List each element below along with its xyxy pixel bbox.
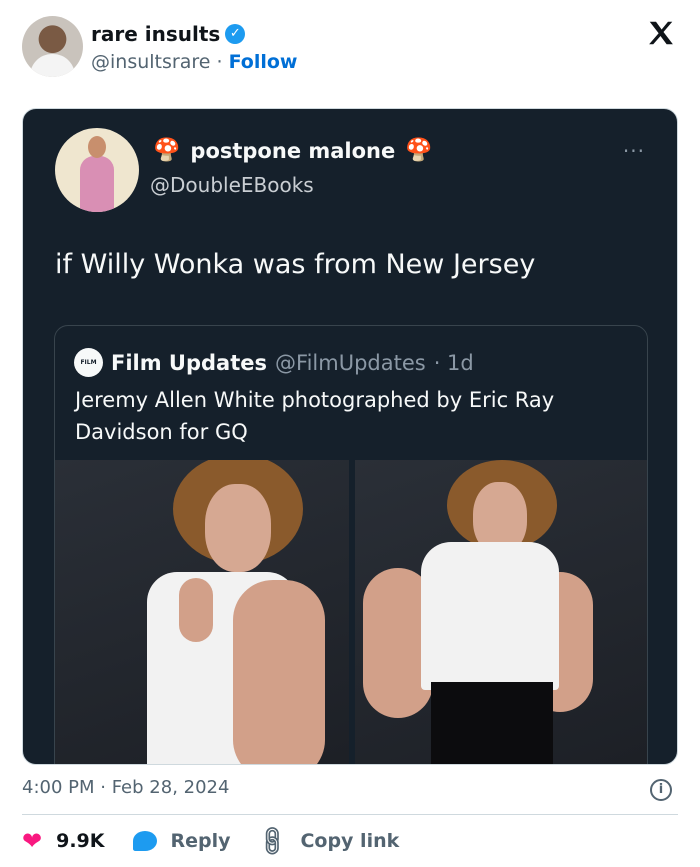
photo-grid xyxy=(55,460,647,764)
embedded-author-handle: @DoubleEBooks xyxy=(150,173,314,197)
photo-right xyxy=(355,460,647,764)
quoted-tweet: FILM UPDATES Film Updates @FilmUpdates ·… xyxy=(54,325,648,764)
embedded-tweet-text: if Willy Wonka was from New Jersey xyxy=(55,249,536,280)
copy-link-button[interactable]: 🔗︎ Copy link xyxy=(254,822,400,859)
quoted-tweet-header: FILM UPDATES Film Updates @FilmUpdates ·… xyxy=(74,348,474,377)
action-bar: ❤ 9.9K Reply 🔗︎ Copy link xyxy=(22,822,427,859)
author-subline: @insultsrare · Follow xyxy=(91,49,297,75)
embedded-author-name-row: 🍄 postpone malone 🍄 xyxy=(153,138,433,164)
link-icon: 🔗︎ xyxy=(253,822,292,860)
embedded-author-avatar xyxy=(55,128,139,212)
quoted-author-handle: @FilmUpdates xyxy=(275,350,426,375)
author-name-row[interactable]: rare insults ✓ xyxy=(91,22,297,46)
quoted-tweet-text: Jeremy Allen White photographed by Eric … xyxy=(75,388,555,444)
author-name[interactable]: rare insults xyxy=(91,22,220,46)
like-button[interactable]: ❤ 9.9K xyxy=(22,829,105,853)
reply-label: Reply xyxy=(170,830,231,852)
separator: · xyxy=(216,51,223,73)
more-options-icon: ··· xyxy=(622,139,645,163)
tweet-timestamp[interactable]: 4:00 PM · Feb 28, 2024 xyxy=(22,777,229,798)
divider xyxy=(22,814,678,815)
heart-icon: ❤ xyxy=(22,827,43,855)
x-logo-icon[interactable] xyxy=(646,18,676,48)
follow-button[interactable]: Follow xyxy=(229,51,298,73)
embedded-author-name: postpone malone xyxy=(190,139,396,163)
verified-badge-icon: ✓ xyxy=(225,24,246,44)
info-icon[interactable]: i xyxy=(650,779,672,801)
mushroom-icon: 🍄 xyxy=(153,138,181,163)
author-avatar[interactable] xyxy=(22,16,83,77)
author-info: rare insults ✓ @insultsrare · Follow xyxy=(91,22,297,75)
quoted-author-avatar: FILM UPDATES xyxy=(74,348,103,377)
photo-left xyxy=(55,460,349,764)
reply-button[interactable]: Reply xyxy=(132,830,231,852)
quoted-author-name: Film Updates xyxy=(111,350,268,375)
like-count: 9.9K xyxy=(56,830,105,852)
reply-bubble-icon xyxy=(132,831,157,851)
quoted-tweet-age: · 1d xyxy=(433,350,474,375)
tweet-header: rare insults ✓ @insultsrare · Follow xyxy=(22,16,678,80)
mushroom-icon: 🍄 xyxy=(405,138,433,163)
copy-link-label: Copy link xyxy=(300,830,400,852)
author-handle[interactable]: @insultsrare xyxy=(91,51,210,73)
embedded-tweet-image[interactable]: 🍄 postpone malone 🍄 @DoubleEBooks ··· if… xyxy=(22,108,678,765)
